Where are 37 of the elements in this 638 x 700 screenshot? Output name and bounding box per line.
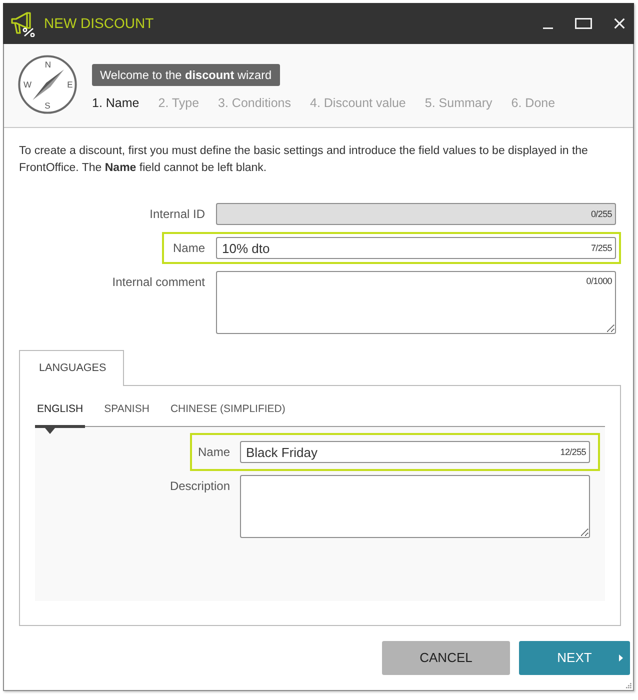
megaphone-percent-icon [10, 10, 36, 36]
field-label: Description [170, 478, 230, 495]
character-counter: 0/255 [590, 209, 612, 219]
field-label: Name [198, 444, 230, 461]
resize-grip-icon[interactable] [625, 682, 632, 689]
character-counter: 0/1000 [586, 276, 612, 286]
wizard-step: 3. Conditions [218, 95, 291, 111]
language-tab[interactable]: ENGLISH [35, 386, 86, 426]
textarea-field[interactable] [240, 475, 590, 538]
wizard-step: 1. Name [92, 95, 140, 111]
caret-icon [619, 654, 623, 662]
compass-icon [18, 55, 77, 114]
character-counter: 12/255 [560, 447, 586, 457]
section-tab[interactable]: LANGUAGES [19, 350, 124, 386]
window-title: NEW DISCOUNT [44, 14, 154, 33]
maximize-icon[interactable] [575, 18, 592, 29]
cancel-button[interactable]: CANCEL [382, 641, 510, 675]
textarea-field[interactable] [216, 271, 616, 334]
wizard-step: 2. Type [158, 95, 200, 111]
character-counter: 7/255 [590, 243, 612, 253]
close-icon[interactable] [614, 18, 625, 29]
compass-direction-label: E [67, 80, 73, 90]
compass-direction-label: W [23, 80, 32, 90]
next-button[interactable]: NEXT [519, 641, 630, 675]
language-tab[interactable]: CHINESE (SIMPLIFIED) [168, 386, 288, 426]
welcome-banner: Welcome to the discount wizard [92, 64, 280, 86]
compass-direction-label: N [44, 60, 52, 70]
wizard-step: 5. Summary [424, 95, 492, 111]
field-label: Name [172, 240, 205, 257]
instructions-text: To create a discount, first you must define the basic settings and introduce the field values to be displayed in the FrontOffice. The Name field cannot be left blank. [19, 144, 589, 176]
language-tab[interactable]: SPANISH [102, 386, 152, 426]
wizard-step: 4. Discount value [310, 95, 406, 111]
field-label: Internal comment [112, 274, 205, 291]
wizard-step: 6. Done [511, 95, 556, 111]
field-label: Internal ID [150, 206, 205, 223]
compass-direction-label: S [44, 102, 50, 110]
active-tab-indicator-icon [35, 425, 86, 434]
